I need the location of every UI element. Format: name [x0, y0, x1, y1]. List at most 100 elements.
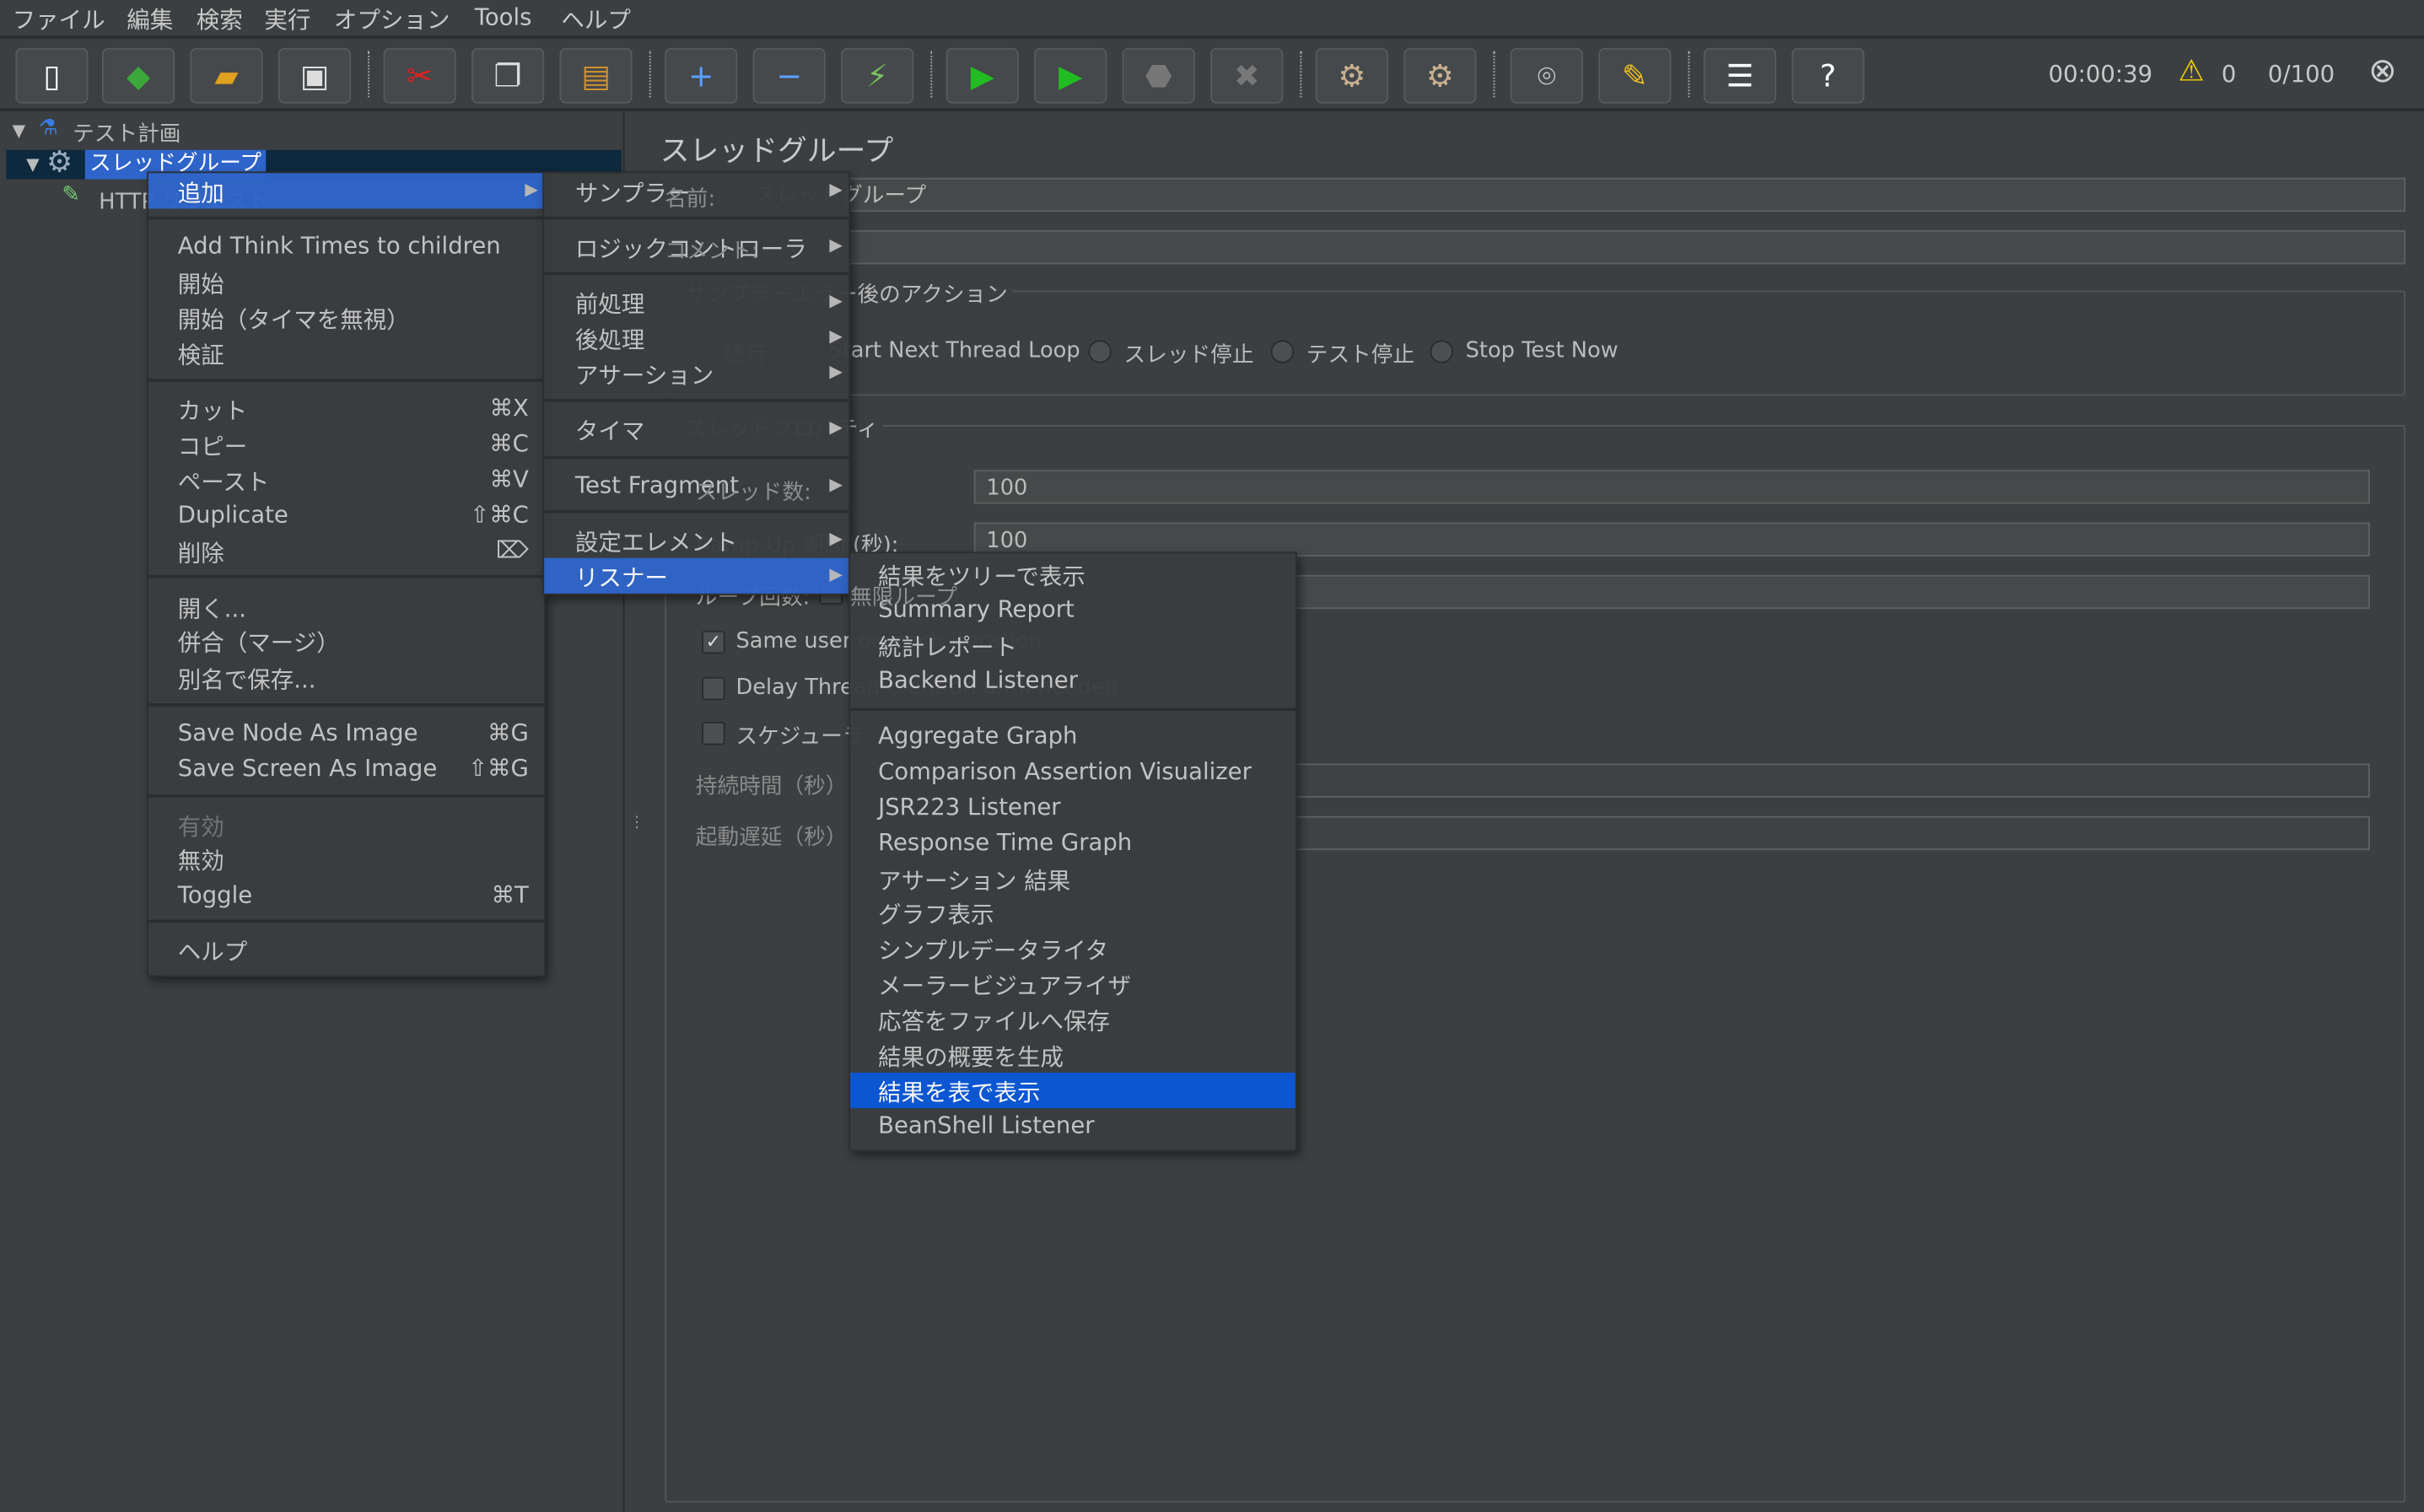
menu-item[interactable]: カット ⌘X: [148, 391, 544, 427]
scheduler-checkbox[interactable]: [702, 721, 725, 745]
warning-icon[interactable]: ⚠: [2179, 54, 2205, 88]
menu-item-label: タイマ: [574, 417, 645, 445]
menu-item-label: 前処理: [574, 290, 645, 319]
menu-separator: [148, 702, 545, 707]
menu-item-label: Save Node As Image: [177, 718, 418, 747]
new-button[interactable]: ▯: [15, 47, 89, 104]
menu-2[interactable]: 検索: [197, 3, 243, 35]
toolbar-separator: [1493, 51, 1495, 98]
threads-field[interactable]: 100: [973, 470, 2370, 504]
menu-item-label: Comparison Assertion Visualizer: [878, 757, 1252, 786]
menu-item[interactable]: 削除 ⌦: [148, 533, 544, 568]
menu-item[interactable]: アサーション 結果: [850, 861, 1295, 896]
menu-item[interactable]: Response Time Graph: [850, 826, 1295, 861]
tree-item-test-plan[interactable]: テスト計画: [73, 117, 180, 148]
menu-item-label: コピー: [177, 433, 248, 461]
menu-item[interactable]: コピー ⌘C: [148, 427, 544, 462]
menu-item[interactable]: Toggle ⌘T: [148, 878, 544, 913]
submenu-arrow-icon: ▶: [829, 474, 843, 495]
clear-all-button[interactable]: ⚙: [1403, 47, 1477, 104]
menu-item[interactable]: 検証: [148, 336, 544, 371]
menu-item[interactable]: 開始: [148, 264, 544, 299]
menu-item[interactable]: 無効: [148, 841, 544, 876]
shortcut-label: ⌘X: [489, 394, 529, 422]
delay-thread-checkbox[interactable]: [702, 676, 725, 701]
shortcut-label: ⌘T: [491, 880, 529, 909]
menu-item[interactable]: アサーション ▶: [544, 356, 848, 391]
splitter-handle[interactable]: ⋮: [629, 815, 644, 831]
toggle-button[interactable]: ⚡: [841, 47, 914, 104]
expand-arrow-icon[interactable]: ▼: [13, 121, 26, 141]
save-button[interactable]: ▣: [277, 47, 352, 104]
scheduler-label: スケジューラ: [735, 724, 865, 750]
menu-item[interactable]: ヘルプ: [148, 932, 544, 967]
expand-arrow-icon[interactable]: ▼: [26, 154, 40, 175]
menu-item[interactable]: 応答をファイルへ保存: [850, 1002, 1295, 1037]
menu-item[interactable]: リスナー ▶: [544, 557, 849, 594]
reset-search-button[interactable]: ✎: [1598, 47, 1672, 104]
menu-item[interactable]: JSR223 Listener: [850, 790, 1295, 826]
expand-button[interactable]: +: [665, 47, 738, 104]
context-menu: 追加 ▶ Add Think Times to children 開始 開始（タイマを無…: [147, 171, 547, 977]
menu-item[interactable]: メーラービジュアライザ: [850, 966, 1295, 1002]
radio-stop-test-now[interactable]: [1430, 340, 1453, 363]
menu-item[interactable]: 別名で保存...: [148, 660, 544, 696]
copy-button[interactable]: ❐: [471, 47, 545, 104]
name-label: 名前:: [665, 186, 716, 213]
menu-5[interactable]: Tools: [475, 3, 532, 31]
collapse-button[interactable]: −: [752, 47, 826, 104]
menu-item-label: Duplicate: [177, 500, 288, 529]
help-button[interactable]: ?: [1791, 47, 1865, 104]
clear-button[interactable]: ⚙: [1315, 47, 1388, 104]
menu-item[interactable]: Backend Listener: [850, 663, 1295, 698]
start-no-pause-button[interactable]: ▶: [1034, 47, 1107, 104]
menu-item[interactable]: 設定エレメント ▶: [544, 523, 848, 558]
templates-button[interactable]: ◆: [101, 47, 175, 104]
menu-item[interactable]: タイマ ▶: [544, 412, 848, 447]
radio-stop-test[interactable]: [1270, 340, 1295, 363]
cut-button[interactable]: ✂: [383, 47, 456, 104]
start-button[interactable]: ▶: [945, 47, 1019, 104]
submenu-arrow-icon: ▶: [525, 179, 538, 200]
shortcut-label: ⌦: [495, 536, 529, 565]
menu-item[interactable]: ペースト ⌘V: [148, 462, 544, 498]
menu-item[interactable]: 有効: [148, 807, 544, 842]
menu-item[interactable]: 後処理 ▶: [544, 320, 848, 355]
open-button[interactable]: ▰: [190, 47, 263, 104]
menu-4[interactable]: オプション: [334, 3, 450, 35]
menu-3[interactable]: 実行: [264, 3, 310, 35]
toolbar: 00:00:39 ⚠ 0 0/100 ⊗ ▯ ◆ ▰ ▣ ✂ ❐ ▤ + − ⚡ ▶ ▶ ⬣ ✖ ⚙ ⚙ ⌾ ✎ ☰…: [0, 38, 2424, 111]
menu-item[interactable]: Duplicate ⇧⌘C: [148, 498, 544, 533]
function-helper-button[interactable]: ☰: [1703, 47, 1777, 104]
menu-item[interactable]: 併合（マージ）: [148, 623, 544, 659]
menu-item[interactable]: 開始（タイマを無視）: [148, 300, 544, 336]
menu-0[interactable]: ファイル: [13, 3, 105, 35]
shortcut-label: ⇧⌘G: [467, 754, 529, 783]
menu-item[interactable]: 結果の概要を生成: [850, 1037, 1295, 1073]
menu-item[interactable]: 追加 ▶: [148, 173, 545, 209]
menu-item[interactable]: 結果を表で表示: [850, 1073, 1295, 1109]
search-button[interactable]: ⌾: [1510, 47, 1583, 104]
menu-item[interactable]: BeanShell Listener: [850, 1108, 1295, 1143]
menu-item[interactable]: Comparison Assertion Visualizer: [850, 754, 1295, 789]
comment-field[interactable]: [773, 230, 2405, 265]
paste-button[interactable]: ▤: [559, 47, 633, 104]
radio-stop-thread[interactable]: [1088, 340, 1112, 363]
shutdown-button[interactable]: ✖: [1210, 47, 1284, 104]
same-user-checkbox[interactable]: ✓: [702, 630, 725, 654]
menu-item[interactable]: シンプルデータライタ: [850, 930, 1295, 966]
menu-item[interactable]: 開く...: [148, 589, 544, 624]
menu-item-label: 設定エレメント: [574, 528, 738, 557]
menu-1[interactable]: 編集: [127, 3, 173, 35]
stop-button[interactable]: ⬣: [1122, 47, 1195, 104]
paste-icon: ▤: [581, 56, 611, 94]
menu-item[interactable]: 統計レポート: [850, 627, 1295, 663]
menu-item[interactable]: Save Screen As Image ⇧⌘G: [148, 751, 544, 787]
name-field[interactable]: スレッドグループ: [741, 177, 2405, 213]
menu-6[interactable]: ヘルプ: [561, 3, 631, 35]
menu-item[interactable]: Add Think Times to children: [148, 229, 544, 264]
menu-item[interactable]: 前処理 ▶: [544, 284, 848, 320]
menu-item[interactable]: Save Node As Image ⌘G: [148, 716, 544, 751]
menu-item[interactable]: Aggregate Graph: [850, 718, 1295, 754]
menu-item[interactable]: グラフ表示: [850, 895, 1295, 930]
